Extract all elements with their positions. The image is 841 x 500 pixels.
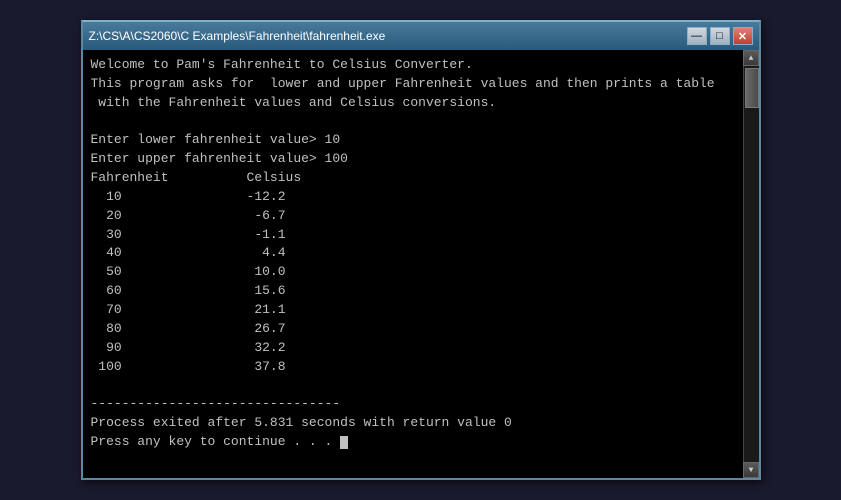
cursor	[340, 436, 348, 449]
console-output: Welcome to Pam's Fahrenheit to Celsius C…	[83, 50, 743, 478]
scrollbar[interactable]: ▲ ▼	[743, 50, 759, 478]
scroll-up-arrow[interactable]: ▲	[743, 50, 759, 66]
window-title: Z:\CS\A\CS2060\C Examples\Fahrenheit\fah…	[89, 29, 386, 43]
maximize-button[interactable]: □	[710, 27, 730, 45]
titlebar: Z:\CS\A\CS2060\C Examples\Fahrenheit\fah…	[83, 22, 759, 50]
scroll-down-arrow[interactable]: ▼	[743, 462, 759, 478]
close-button[interactable]: ✕	[733, 27, 753, 45]
window-body: Welcome to Pam's Fahrenheit to Celsius C…	[83, 50, 759, 478]
titlebar-buttons: — □ ✕	[687, 27, 753, 45]
scroll-track[interactable]	[744, 66, 759, 462]
console-window: Z:\CS\A\CS2060\C Examples\Fahrenheit\fah…	[81, 20, 761, 480]
scroll-thumb[interactable]	[745, 68, 759, 108]
minimize-button[interactable]: —	[687, 27, 707, 45]
